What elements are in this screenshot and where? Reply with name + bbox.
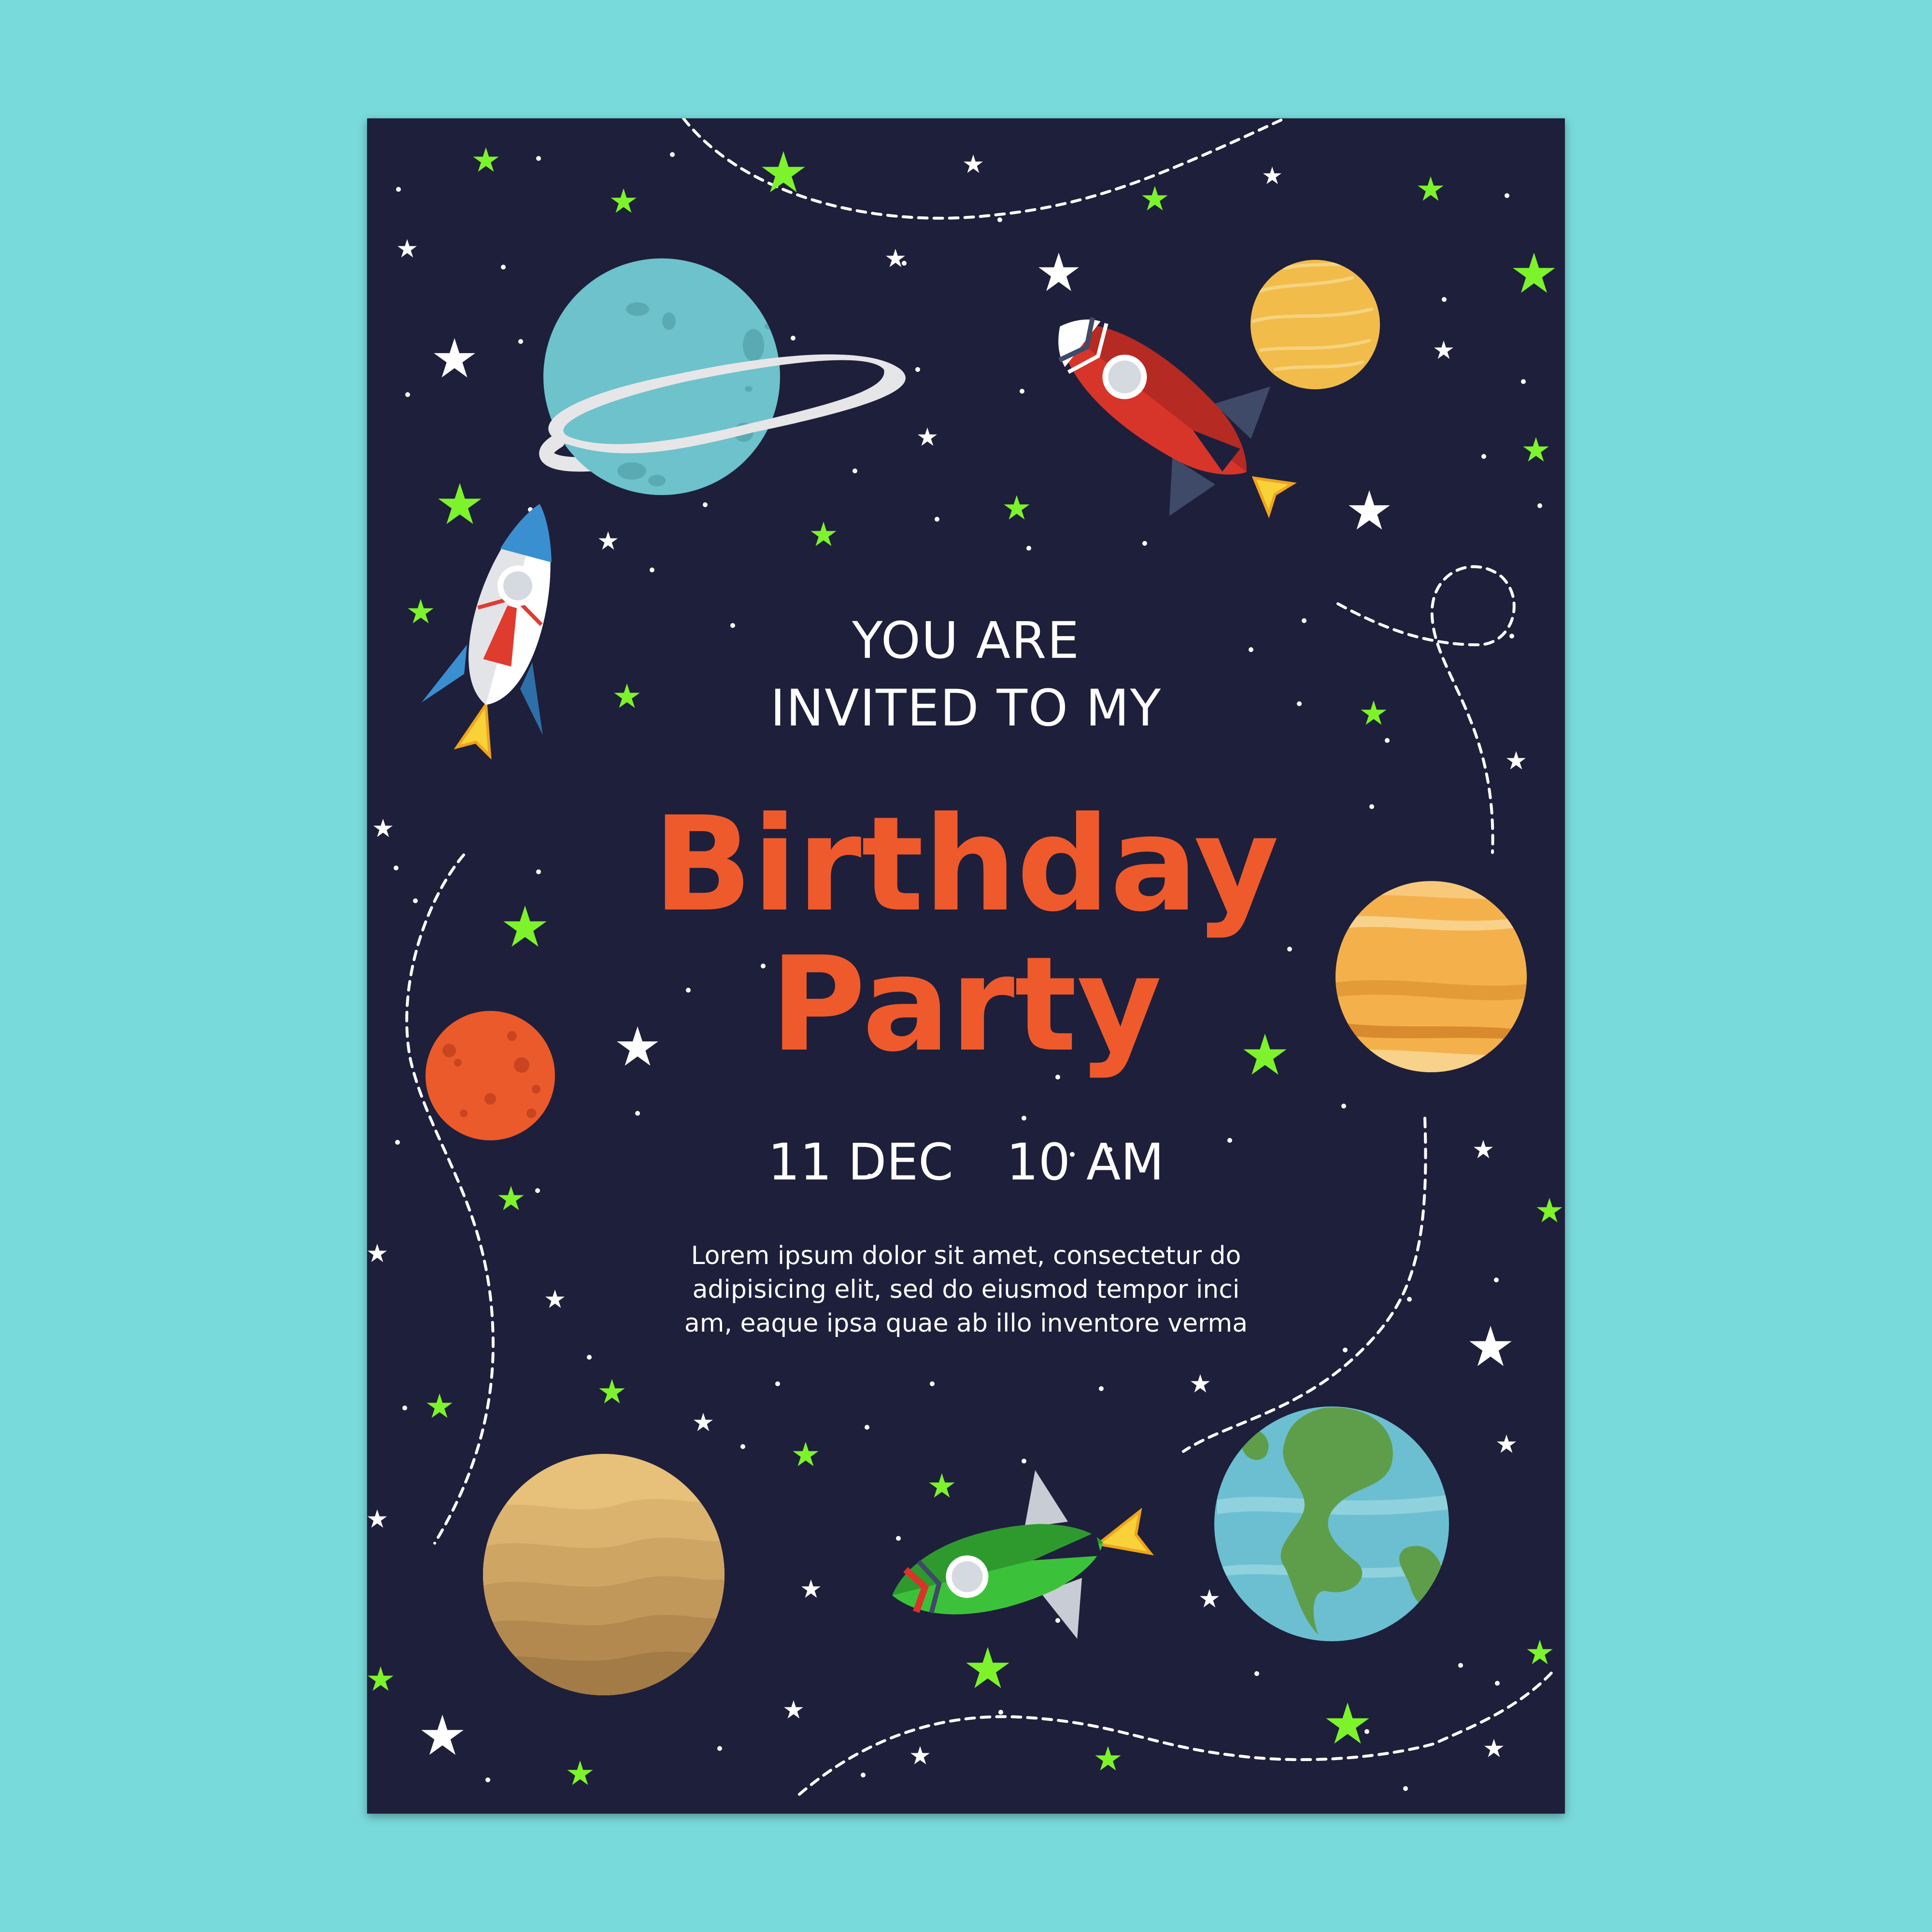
orbit-path-bottom — [798, 1667, 1557, 1796]
title-party: Party — [770, 928, 1162, 1080]
ringed-blue-planet — [539, 258, 906, 495]
event-time: 10 AM — [1006, 1133, 1165, 1192]
body-text-line: Lorem ipsum dolor sit amet, consectetur … — [691, 1241, 1241, 1270]
sand-planet — [483, 1454, 724, 1695]
body-text-line: am, eaque ipsa quae ab illo inventore ve… — [684, 1309, 1248, 1338]
title-birthday: Birthday — [653, 788, 1279, 940]
earth-like-planet — [1214, 1406, 1449, 1641]
event-date: 11 DEC — [767, 1133, 953, 1192]
invite-line-2: INVITED TO MY — [770, 679, 1162, 738]
body-text-line: adipisicing elit, sed do eiusmod tempor … — [692, 1275, 1240, 1304]
invitation-card: YOU ARE INVITED TO MY Birthday Party 11 … — [367, 118, 1565, 1814]
event-date-time: 11 DEC 10 AM — [367, 1133, 1565, 1192]
invite-line-1: YOU ARE — [852, 611, 1080, 670]
yellow-planet — [1250, 260, 1380, 389]
green-rocket — [892, 1470, 1154, 1639]
